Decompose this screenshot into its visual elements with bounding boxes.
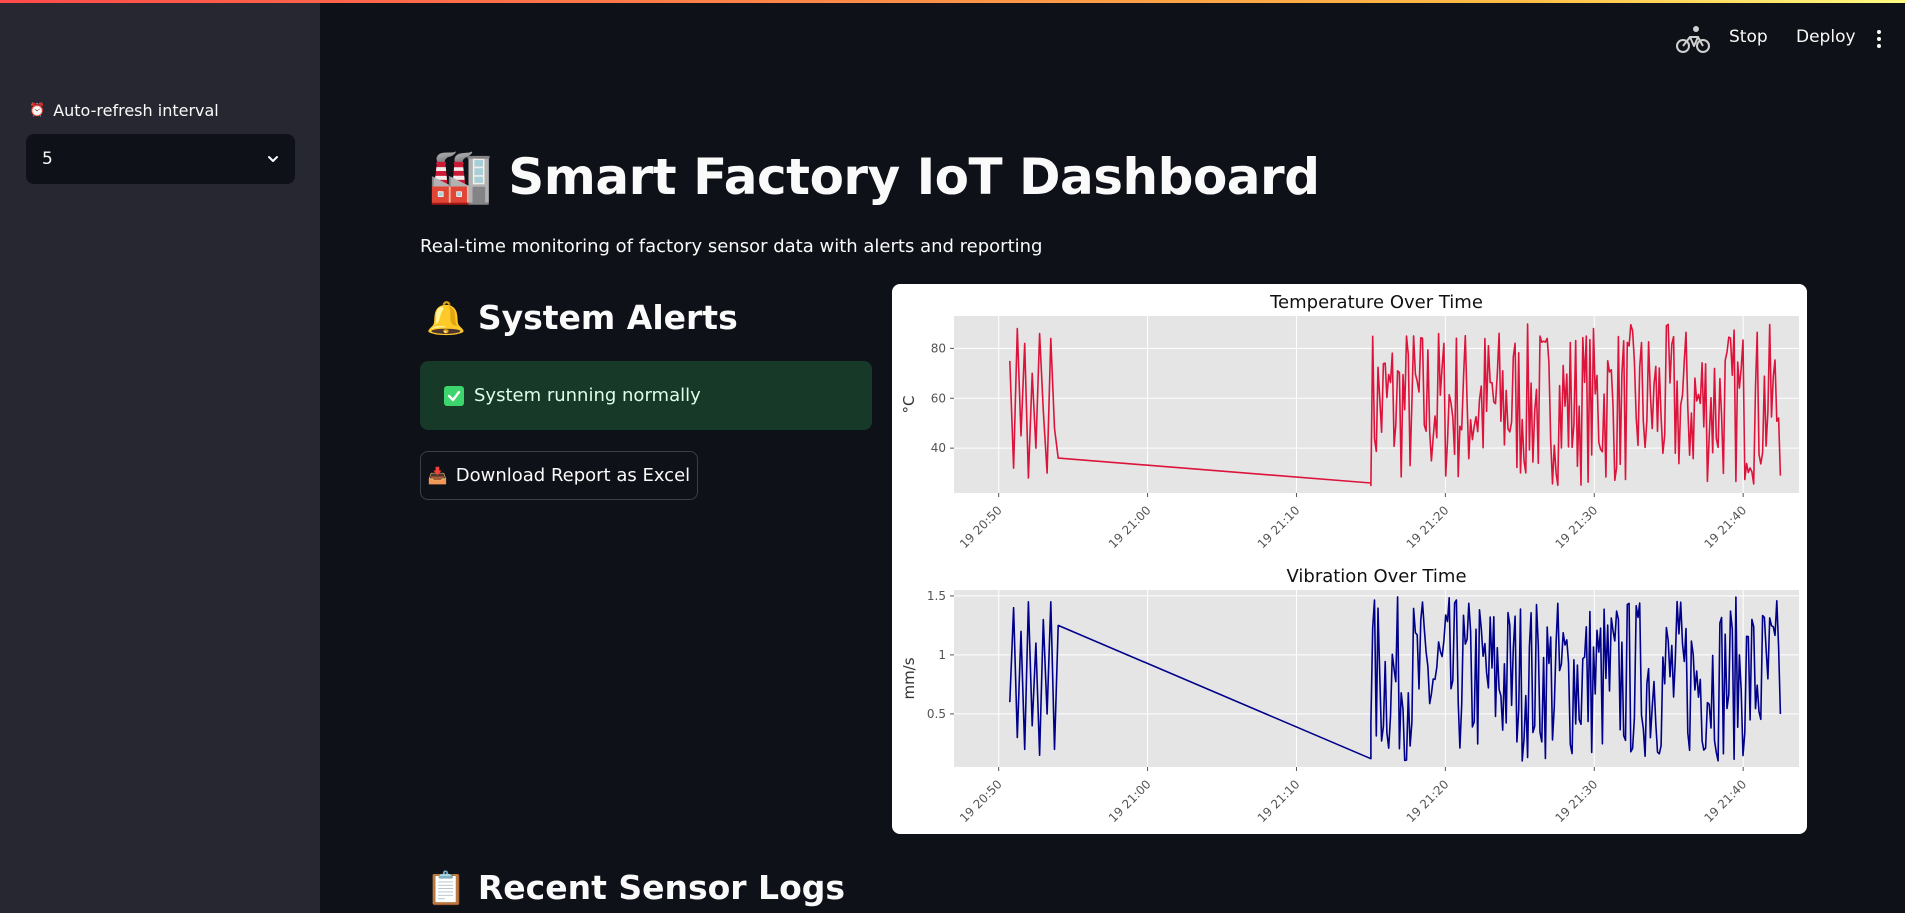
x-tick-label: 19 21:10 [1255, 777, 1303, 825]
inbox-tray-icon: 📥 [427, 466, 448, 485]
page-subtitle: Real-time monitoring of factory sensor d… [420, 236, 1043, 257]
more-menu-icon[interactable] [1876, 29, 1882, 49]
success-alert: System running normally [420, 361, 872, 430]
running-bike-icon [1676, 26, 1710, 53]
x-tick-label: 19 21:20 [1404, 503, 1452, 551]
select-value: 5 [42, 149, 53, 169]
x-tick-label: 19 21:00 [1106, 503, 1154, 551]
y-tick-label: 80 [931, 341, 946, 355]
x-tick-label: 19 21:30 [1553, 777, 1601, 825]
deploy-button[interactable]: Deploy [1796, 27, 1856, 47]
refresh-interval-select[interactable]: 5 [26, 134, 295, 184]
y-axis-label: °C [900, 396, 918, 414]
x-tick-label: 19 21:40 [1701, 777, 1749, 825]
sensor-charts-svg: 19 20:50 19 21:00 19 21:10 19 21:20 19 21:30… [900, 292, 1799, 825]
download-report-label: Download Report as Excel [455, 465, 691, 486]
logs-heading-text: Recent Sensor Logs [477, 868, 846, 907]
x-tick-label: 19 21:00 [1106, 777, 1154, 825]
x-tick-label: 19 21:10 [1255, 503, 1303, 551]
chevron-down-icon [268, 156, 278, 162]
sensor-charts: 19 20:50 19 21:00 19 21:10 19 21:20 19 21:30… [892, 284, 1807, 834]
logs-heading: 📋 Recent Sensor Logs [426, 868, 845, 907]
alerts-heading: 🔔 System Alerts [426, 298, 738, 337]
page-title-text: Smart Factory IoT Dashboard [508, 147, 1320, 206]
sidebar: ⏰ Auto-refresh interval 5 [0, 3, 320, 913]
y-tick-label: 60 [931, 391, 946, 405]
chart-title: Vibration Over Time [1286, 566, 1466, 587]
alerts-heading-text: System Alerts [477, 298, 738, 337]
refresh-interval-label: ⏰ Auto-refresh interval [29, 101, 219, 120]
y-tick-label: 0.5 [927, 707, 946, 721]
x-tick-label: 19 20:50 [957, 503, 1005, 551]
y-tick-label: 1.5 [927, 589, 946, 603]
stop-button[interactable]: Stop [1729, 27, 1768, 47]
x-tick-label: 19 21:20 [1404, 777, 1452, 825]
check-mark-icon [444, 385, 464, 406]
refresh-interval-label-text: Auto-refresh interval [53, 101, 219, 120]
bell-icon: 🔔 [426, 298, 466, 337]
x-tick-label: 19 21:30 [1553, 503, 1601, 551]
y-tick-label: 1 [938, 648, 946, 662]
page-title: 🏭 Smart Factory IoT Dashboard [428, 146, 1320, 207]
clipboard-icon: 📋 [426, 868, 466, 907]
alert-message: System running normally [474, 385, 701, 406]
factory-icon: 🏭 [428, 147, 493, 207]
y-tick-label: 40 [931, 441, 946, 455]
x-tick-label: 19 20:50 [957, 777, 1005, 825]
x-tick-label: 19 21:40 [1701, 503, 1749, 551]
chart-title: Temperature Over Time [1269, 292, 1483, 313]
alarm-clock-icon: ⏰ [29, 103, 46, 118]
download-report-button[interactable]: 📥 Download Report as Excel [420, 451, 698, 500]
y-axis-label: mm/s [900, 657, 918, 699]
